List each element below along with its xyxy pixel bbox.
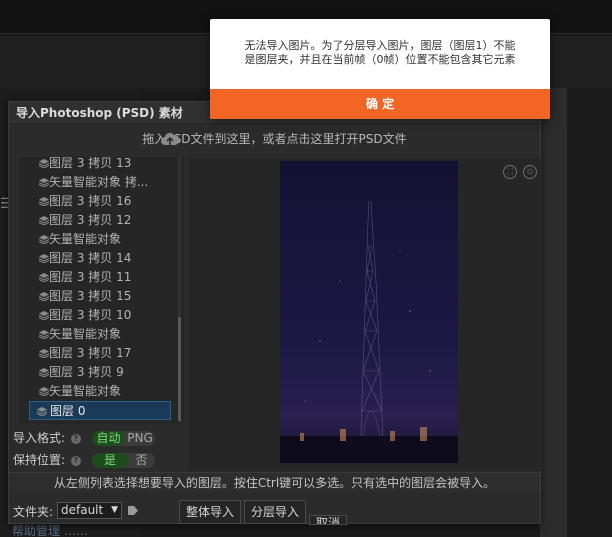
layer-stack-icon — [39, 330, 49, 339]
layer-list-item[interactable]: 矢量智能对象 — [19, 325, 171, 344]
layer-stack-icon — [37, 407, 47, 416]
layer-label: 图层 3 拷贝 13 — [49, 157, 132, 170]
folder-label: 文件夹: — [13, 505, 54, 519]
keep-position-label: 保持位置: — [13, 453, 66, 467]
folder-select-value: default — [61, 503, 104, 517]
layer-list-item[interactable]: 图层 3 拷贝 12 — [19, 211, 171, 230]
layer-stack-icon — [39, 292, 49, 301]
layer-list-item[interactable]: 图层 3 拷贝 15 — [19, 287, 171, 306]
selection-hint: 从左侧列表选择想要导入的图层。按住Ctrl键可以多选。只有选中的图层会被导入。 — [9, 472, 540, 492]
layer-stack-icon — [39, 273, 49, 282]
import-format-label: 导入格式: — [13, 431, 66, 445]
layer-list-item[interactable]: 矢量智能对象 拷... — [19, 173, 171, 192]
format-png-option[interactable]: PNG — [125, 431, 155, 446]
layer-label: 图层 3 拷贝 15 — [49, 289, 132, 303]
layer-stack-icon — [39, 197, 49, 206]
layer-list-item[interactable]: 矢量智能对象 — [19, 230, 171, 249]
layer-list-item[interactable]: 图层 3 拷贝 17 — [19, 344, 171, 363]
layer-stack-icon — [39, 216, 49, 225]
layer-list-item[interactable]: 图层 3 拷贝 16 — [19, 192, 171, 211]
actual-size-icon[interactable]: ⊙ — [523, 165, 537, 179]
import-format-row: 导入格式: ? — [13, 429, 81, 447]
scrollbar-thumb[interactable] — [178, 317, 181, 421]
layer-stack-icon — [39, 349, 49, 358]
layer-label: 图层 3 拷贝 9 — [49, 365, 124, 379]
cancel-button[interactable]: 取消 — [309, 515, 348, 525]
layer-list-item[interactable]: 图层 3 拷贝 10 — [19, 306, 171, 325]
import-format-toggle[interactable]: 自动 PNG — [92, 431, 155, 446]
keep-position-row: 保持位置: ? — [13, 451, 81, 469]
layer-label: 图层 3 拷贝 10 — [49, 308, 132, 322]
layer-list-item[interactable]: 图层 3 拷贝 9 — [19, 363, 171, 382]
layer-label: 矢量智能对象 — [49, 384, 122, 398]
layer-label: 图层 3 拷贝 16 — [49, 194, 132, 208]
layer-list-item[interactable]: 图层 3 拷贝 11 — [19, 268, 171, 287]
layer-list-scrollbar[interactable] — [178, 157, 181, 422]
import-error-alert: 无法导入图片。为了分层导入图片，图层（图层1）不能 是图层夹，并且在当前帧（0帧… — [210, 19, 550, 119]
layer-label: 图层 3 拷贝 11 — [49, 270, 132, 284]
chevron-down-icon: ▼ — [111, 505, 118, 515]
layer-list[interactable]: 图层 3 拷贝 13 矢量智能对象 拷... 图层 3 拷贝 16 图层 3 拷贝 1… — [19, 157, 184, 424]
format-auto-option[interactable]: 自动 — [92, 431, 125, 446]
layer-preview-image — [280, 161, 458, 463]
keep-yes-option[interactable]: 是 — [92, 453, 128, 468]
keep-no-option[interactable]: 否 — [128, 453, 155, 468]
dialog-footer: 文件夹: default ▼ 整体导入 分层导入 取消 — [9, 495, 540, 525]
layer-stack-icon — [39, 235, 49, 244]
layer-stack-icon — [39, 368, 49, 377]
layer-label: 图层 0 — [50, 404, 86, 418]
layer-stack-icon — [39, 311, 49, 320]
folder-select[interactable]: default ▼ — [57, 502, 122, 519]
help-icon[interactable]: ? — [70, 433, 81, 444]
layer-label: 矢量智能对象 — [49, 232, 122, 246]
layer-label: 矢量智能对象 — [49, 327, 122, 341]
alert-message-line-1: 无法导入图片。为了分层导入图片，图层（图层1）不能 — [244, 39, 516, 52]
keep-position-toggle[interactable]: 是 否 — [92, 453, 155, 468]
layer-label: 图层 3 拷贝 14 — [49, 251, 132, 265]
import-whole-button[interactable]: 整体导入 — [179, 500, 242, 524]
help-icon[interactable]: ? — [70, 455, 81, 466]
alert-message-line-2: 是图层夹，并且在当前帧（0帧）位置不能包含其它元素 — [244, 53, 516, 66]
alert-message: 无法导入图片。为了分层导入图片，图层（图层1）不能 是图层夹，并且在当前帧（0帧… — [210, 39, 550, 67]
layer-label: 矢量智能对象 拷... — [49, 175, 149, 189]
app-right-panel — [540, 88, 567, 537]
layer-list-item[interactable]: 图层 3 拷贝 14 — [19, 249, 171, 268]
layer-stack-icon — [39, 254, 49, 263]
psd-drop-zone[interactable]: 拖入PSD文件到这里，或者点击这里打开PSD文件 — [9, 123, 540, 156]
layer-list-item[interactable]: 图层 3 拷贝 13 — [19, 157, 171, 173]
layer-label: 图层 3 拷贝 17 — [49, 346, 132, 360]
layer-stack-icon — [39, 387, 49, 396]
tag-icon[interactable] — [128, 506, 138, 515]
layer-stack-icon — [39, 178, 49, 187]
cloud-upload-icon — [161, 132, 180, 145]
psd-import-dialog: 导入Photoshop (PSD) 素材 拖入PSD文件到这里，或者点击这里打开… — [8, 101, 542, 525]
import-layers-button[interactable]: 分层导入 — [244, 500, 307, 524]
confirm-button[interactable]: 确 定 — [210, 89, 550, 119]
layer-list-item[interactable]: 图层 0 — [29, 401, 171, 420]
layer-label: 图层 3 拷贝 12 — [49, 213, 132, 227]
fit-view-icon[interactable]: ⛶ — [503, 165, 517, 179]
image-preview-pane: ⛶ ⊙ — [187, 158, 542, 471]
layer-stack-icon — [39, 159, 49, 168]
layer-list-item[interactable]: 矢量智能对象 — [19, 382, 171, 401]
